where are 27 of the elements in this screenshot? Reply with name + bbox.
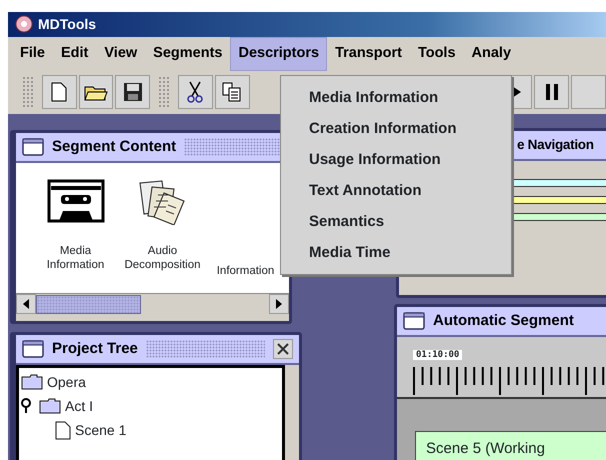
menu-item[interactable]: Descriptors xyxy=(230,37,328,71)
menu-item[interactable]: Transport xyxy=(327,37,410,71)
window-title: MDTools xyxy=(38,15,96,34)
tree-item[interactable]: Act I xyxy=(65,396,94,416)
window-title: Automatic Segment xyxy=(433,310,574,331)
menu-item[interactable]: Segments xyxy=(145,37,230,71)
menu-item[interactable]: Semantics xyxy=(281,206,511,237)
menu-item[interactable]: Analy xyxy=(464,37,520,71)
icon-label[interactable]: Audio Decomposition xyxy=(124,245,201,273)
window-title: e Navigation xyxy=(517,136,594,154)
icon-label[interactable]: Information xyxy=(216,265,274,279)
segment-block[interactable]: Scene 5 (Working xyxy=(415,431,606,460)
menu-item[interactable]: File xyxy=(12,37,53,71)
menu-item[interactable]: Text Annotation xyxy=(281,175,511,206)
icon-label[interactable]: Media Information xyxy=(46,245,104,273)
tree-item[interactable]: Opera xyxy=(47,372,86,392)
menu-item[interactable]: Edit xyxy=(52,37,96,71)
window-title: Segment Content xyxy=(52,136,176,157)
menu-item[interactable]: Media Time xyxy=(281,237,511,268)
menu-item[interactable]: Creation Information xyxy=(281,113,511,144)
window-title: Project Tree xyxy=(52,338,138,359)
menu-item[interactable]: Media Information xyxy=(281,82,511,113)
menu-item[interactable]: Usage Information xyxy=(281,144,511,175)
menu-item[interactable]: View xyxy=(96,37,146,71)
time-label: 01:10:00 xyxy=(413,350,462,360)
menu-item[interactable]: Tools xyxy=(410,37,464,71)
tree-item[interactable]: Scene 1 xyxy=(75,420,126,440)
